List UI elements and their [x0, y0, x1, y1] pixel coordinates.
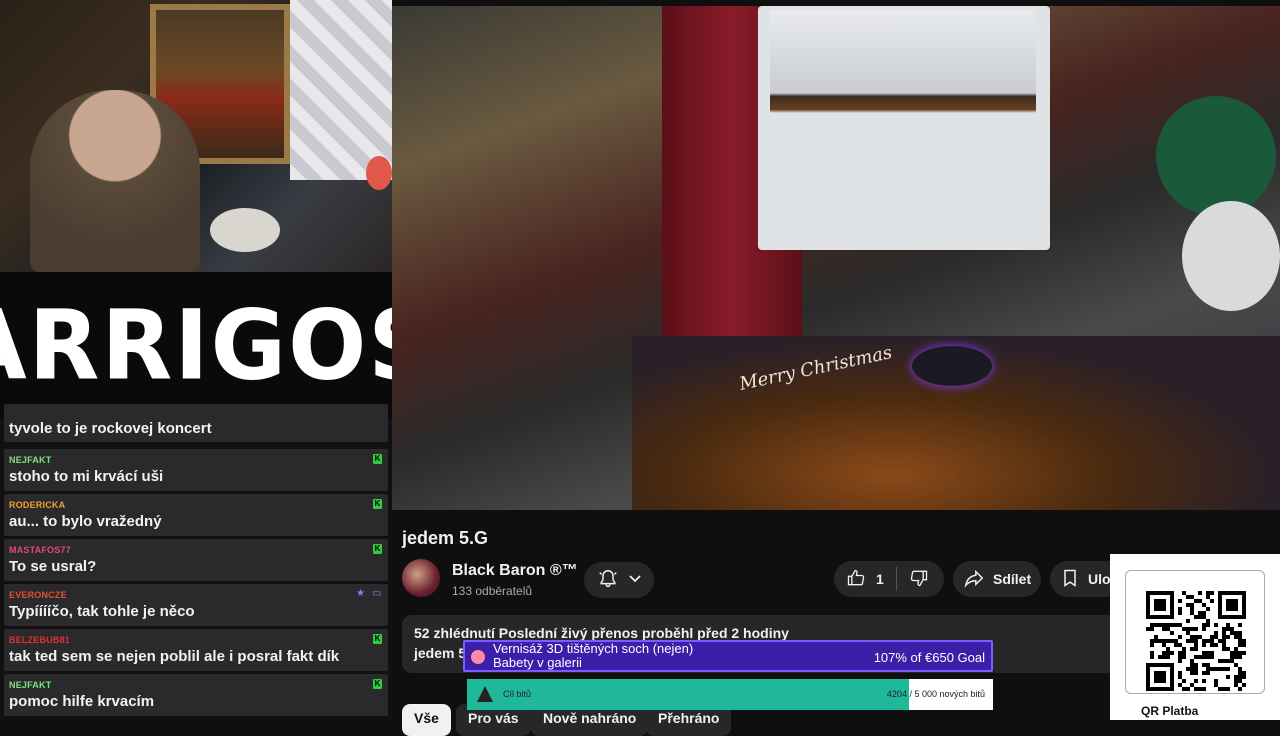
chat-username: MASTAFOS77 — [9, 545, 71, 555]
chat-username: RODERICKA — [9, 500, 66, 510]
heart-icon — [471, 650, 485, 664]
thumbs-down-icon — [909, 568, 929, 591]
goal-title: Vernisáž 3D tištěných soch (nejen) Babet… — [493, 641, 694, 670]
chat-username: NEJFAKT — [9, 680, 52, 690]
chat-overlay: tyvole to je rockovej koncert NEJFAKT stoh… — [0, 404, 392, 720]
chat-message: BELZEBUB81 tak ted sem se nejen poblil al… — [4, 629, 388, 671]
streamer — [30, 90, 200, 272]
qr-code — [1146, 591, 1246, 691]
notifications-button[interactable] — [584, 562, 654, 598]
chat-text: To se usral? — [9, 558, 97, 575]
chat-message: EVERONCZE Typííííčo, tak tohle je něco ★ ▭ — [4, 584, 388, 626]
bits-value: 4204 / 5 000 nových bitů — [886, 689, 985, 699]
thumbs-up-icon — [846, 568, 866, 591]
video-title: jedem 5.G — [402, 528, 489, 548]
qr-frame — [1125, 570, 1265, 694]
chat-text: Typííííčo, tak tohle je něco — [9, 603, 195, 620]
bell-icon — [597, 568, 619, 593]
like-dislike-group: 1 — [834, 561, 944, 597]
mod-badge-icon: K — [373, 679, 382, 689]
chat-username: EVERONCZE — [9, 590, 67, 600]
qr-payment-panel: QR Platba — [1110, 554, 1280, 720]
chat-message: RODERICKA au... to bylo vražedný K — [4, 494, 388, 536]
mod-badge-icon: K — [373, 634, 382, 644]
chat-badge-icon: ▭ — [372, 588, 382, 599]
description-text: jedem 5 — [414, 645, 467, 661]
chat-username: NEJFAKT — [9, 455, 52, 465]
like-button[interactable]: 1 — [834, 561, 896, 597]
acoustic-foam — [290, 0, 392, 180]
chat-text: stoho to mi krvácí uši — [9, 468, 164, 485]
lamp — [366, 156, 392, 190]
channel-logo: ARRIGOS — [0, 272, 435, 418]
donation-goal: Vernisáž 3D tištěných soch (nejen) Babet… — [463, 640, 993, 672]
chat-message: NEJFAKT stoho to mi krvácí uši K — [4, 449, 388, 491]
webcam-feed — [0, 0, 392, 272]
bowl — [210, 208, 280, 252]
bits-label: Cíl bitů — [503, 689, 532, 699]
channel-name[interactable]: Black Baron ®™ — [452, 562, 578, 580]
view-stats: 52 zhlédnutí Poslední živý přenos proběh… — [414, 625, 789, 641]
dislike-button[interactable] — [897, 561, 941, 597]
share-label: Sdílet — [993, 571, 1032, 587]
chat-text: tyvole to je rockovej koncert — [9, 420, 212, 437]
share-button[interactable]: Sdílet — [953, 561, 1041, 597]
share-icon — [963, 567, 985, 592]
bookmark-icon — [1060, 568, 1080, 591]
logo-text: ARRIGOS — [0, 288, 437, 402]
chat-username: BELZEBUB81 — [9, 635, 71, 645]
chip-all[interactable]: Vše — [402, 704, 451, 736]
bits-icon — [477, 686, 493, 702]
bits-progress-bar — [467, 679, 910, 710]
mod-badge-icon: K — [373, 454, 382, 464]
chat-text: pomoc hilfe krvacím — [9, 693, 155, 710]
video-player[interactable]: Merry Christmas — [392, 6, 1280, 510]
mod-badge-icon: K — [373, 544, 382, 554]
monitor-screen — [770, 10, 1036, 176]
bits-goal: Cíl bitů 4204 / 5 000 nových bitů — [467, 679, 993, 710]
mod-badge-icon: K — [373, 499, 382, 509]
qr-label: QR Platba — [1141, 704, 1199, 718]
gaming-mouse — [912, 346, 992, 386]
chat-text: au... to bylo vražedný — [9, 513, 162, 530]
chat-text: tak ted sem se nejen poblil ale i posral… — [9, 648, 340, 665]
chat-message: NEJFAKT pomoc hilfe krvacím K — [4, 674, 388, 716]
chat-message: tyvole to je rockovej koncert — [4, 404, 388, 442]
chat-message: MASTAFOS77 To se usral? K — [4, 539, 388, 581]
chevron-down-icon — [628, 572, 642, 589]
channel-avatar[interactable] — [402, 559, 440, 597]
like-count: 1 — [876, 571, 884, 587]
star-badge-icon: ★ — [356, 588, 365, 599]
goal-progress: 107% of €650 Goal — [873, 650, 985, 665]
fan — [1182, 201, 1280, 311]
subscriber-count: 133 odběratelů — [452, 584, 533, 598]
